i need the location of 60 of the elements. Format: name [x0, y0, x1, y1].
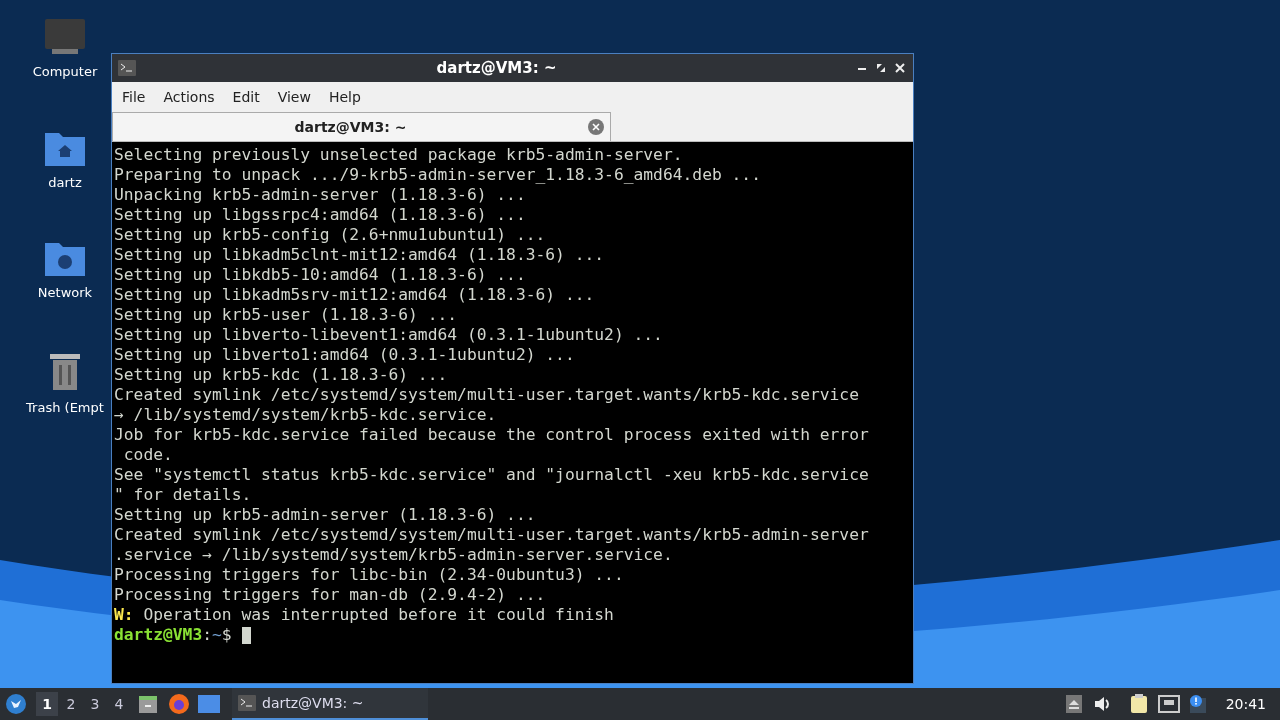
prompt-user: dartz@VM3: [114, 625, 203, 645]
terminal-line: Processing triggers for libc-bin (2.34-0ubuntu3) ...: [114, 565, 625, 585]
text-cursor: [241, 626, 251, 644]
terminal-line: Setting up krb5-admin-server (1.18.3-6) ...: [114, 505, 537, 525]
prompt-path: ~: [212, 625, 222, 645]
menu-item[interactable]: Edit: [226, 86, 266, 108]
taskbar-task[interactable]: dartz@VM3: ~: [232, 688, 428, 720]
monitor-icon: [44, 18, 86, 56]
desktop-icon-label[interactable]: Network: [37, 283, 93, 303]
terminal-line: Setting up libverto-libevent1:amd64 (0.3.1-1ubuntu2) ...: [114, 325, 664, 345]
terminal-line: .service → /lib/systemd/system/krb5-admin-server.service.: [114, 545, 674, 565]
clock[interactable]: 20:41: [1225, 693, 1266, 715]
close-tab-icon[interactable]: [588, 119, 604, 135]
warning-prefix: W:: [114, 605, 134, 625]
window-title: dartz@VM3: ~: [435, 57, 558, 79]
terminal-line: Processing triggers for man-db (2.9.4-2) ...: [114, 585, 547, 605]
menu-item[interactable]: Help: [322, 86, 367, 108]
network-icon[interactable]: [1157, 695, 1180, 713]
file-cabinet-icon[interactable]: [138, 694, 158, 714]
terminal-line: Unpacking krb5-admin-server (1.18.3-6) ...: [114, 185, 527, 205]
menu-item[interactable]: File: [116, 86, 152, 108]
terminal-line: Setting up libkadm5srv-mit12:amd64 (1.18.3-6) ...: [114, 285, 596, 305]
menu-item[interactable]: View: [271, 86, 317, 108]
terminal-line: See "systemctl status krb5-kdc.service" and "journalctl -xeu krb5-kdc.service: [114, 465, 870, 485]
workspace-button[interactable]: 2: [60, 692, 82, 716]
volume-icon[interactable]: [1093, 696, 1112, 712]
desktop-icon-label[interactable]: Trash (Empt: [26, 397, 104, 417]
eject-icon[interactable]: [1065, 695, 1082, 713]
prompt-symbol: $: [221, 625, 232, 645]
workspace-button[interactable]: 1: [36, 692, 58, 716]
terminal-line: Operation was interrupted before it could finish: [142, 605, 614, 625]
clipboard-icon[interactable]: [1129, 694, 1148, 714]
terminal-line: Selecting previously unselected package krb5-admin-server.: [114, 145, 684, 165]
terminal-icon: [118, 60, 136, 76]
terminal-line: Setting up libkadm5clnt-mit12:amd64 (1.18.3-6) ...: [114, 245, 606, 265]
browser-icon[interactable]: [168, 693, 190, 715]
terminal-icon: [238, 695, 256, 711]
workspace-button[interactable]: 3: [84, 692, 106, 716]
terminal-line: Setting up libkdb5-10:amd64 (1.18.3-6) ...: [114, 265, 527, 285]
desktop-icon-label[interactable]: dartz: [48, 172, 82, 192]
notification-icon[interactable]: [1187, 694, 1208, 714]
desktop-icon-label[interactable]: Computer: [32, 62, 98, 82]
terminal-line: Created symlink /etc/systemd/system/multi-user.target.wants/krb5-admin-server: [114, 525, 870, 545]
terminal-line: " for details.: [114, 485, 253, 505]
maximize-icon[interactable]: [876, 63, 886, 73]
terminal-line: Setting up krb5-kdc (1.18.3-6) ...: [114, 365, 449, 385]
terminal-line: Setting up krb5-config (2.6+nmu1ubuntu1) ...: [114, 225, 547, 245]
terminal-line: Created symlink /etc/systemd/system/multi-user.target.wants/krb5-kdc.service: [114, 385, 860, 405]
terminal-line: Setting up krb5-user (1.18.3-6) ...: [114, 305, 459, 325]
workspace-button[interactable]: 4: [108, 692, 130, 716]
terminal-line: Preparing to unpack .../9-krb5-admin-server_1.18.3-6_amd64.deb ...: [114, 165, 762, 185]
terminal-line: → /lib/systemd/system/krb5-kdc.service.: [114, 405, 498, 425]
terminal-tab[interactable]: dartz@VM3: ~: [112, 112, 611, 141]
terminal-line: Job for krb5-kdc.service failed because the control process exited with error: [114, 425, 870, 445]
terminal-line: Setting up libverto1:amd64 (0.3.1-1ubuntu2) ...: [114, 345, 576, 365]
prompt-separator: :: [202, 625, 213, 645]
terminal-line: Setting up libgssrpc4:amd64 (1.18.3-6) ...: [114, 205, 527, 225]
terminal-line: code.: [122, 445, 174, 465]
close-icon[interactable]: [895, 63, 905, 73]
menu-item[interactable]: Actions: [157, 86, 221, 108]
